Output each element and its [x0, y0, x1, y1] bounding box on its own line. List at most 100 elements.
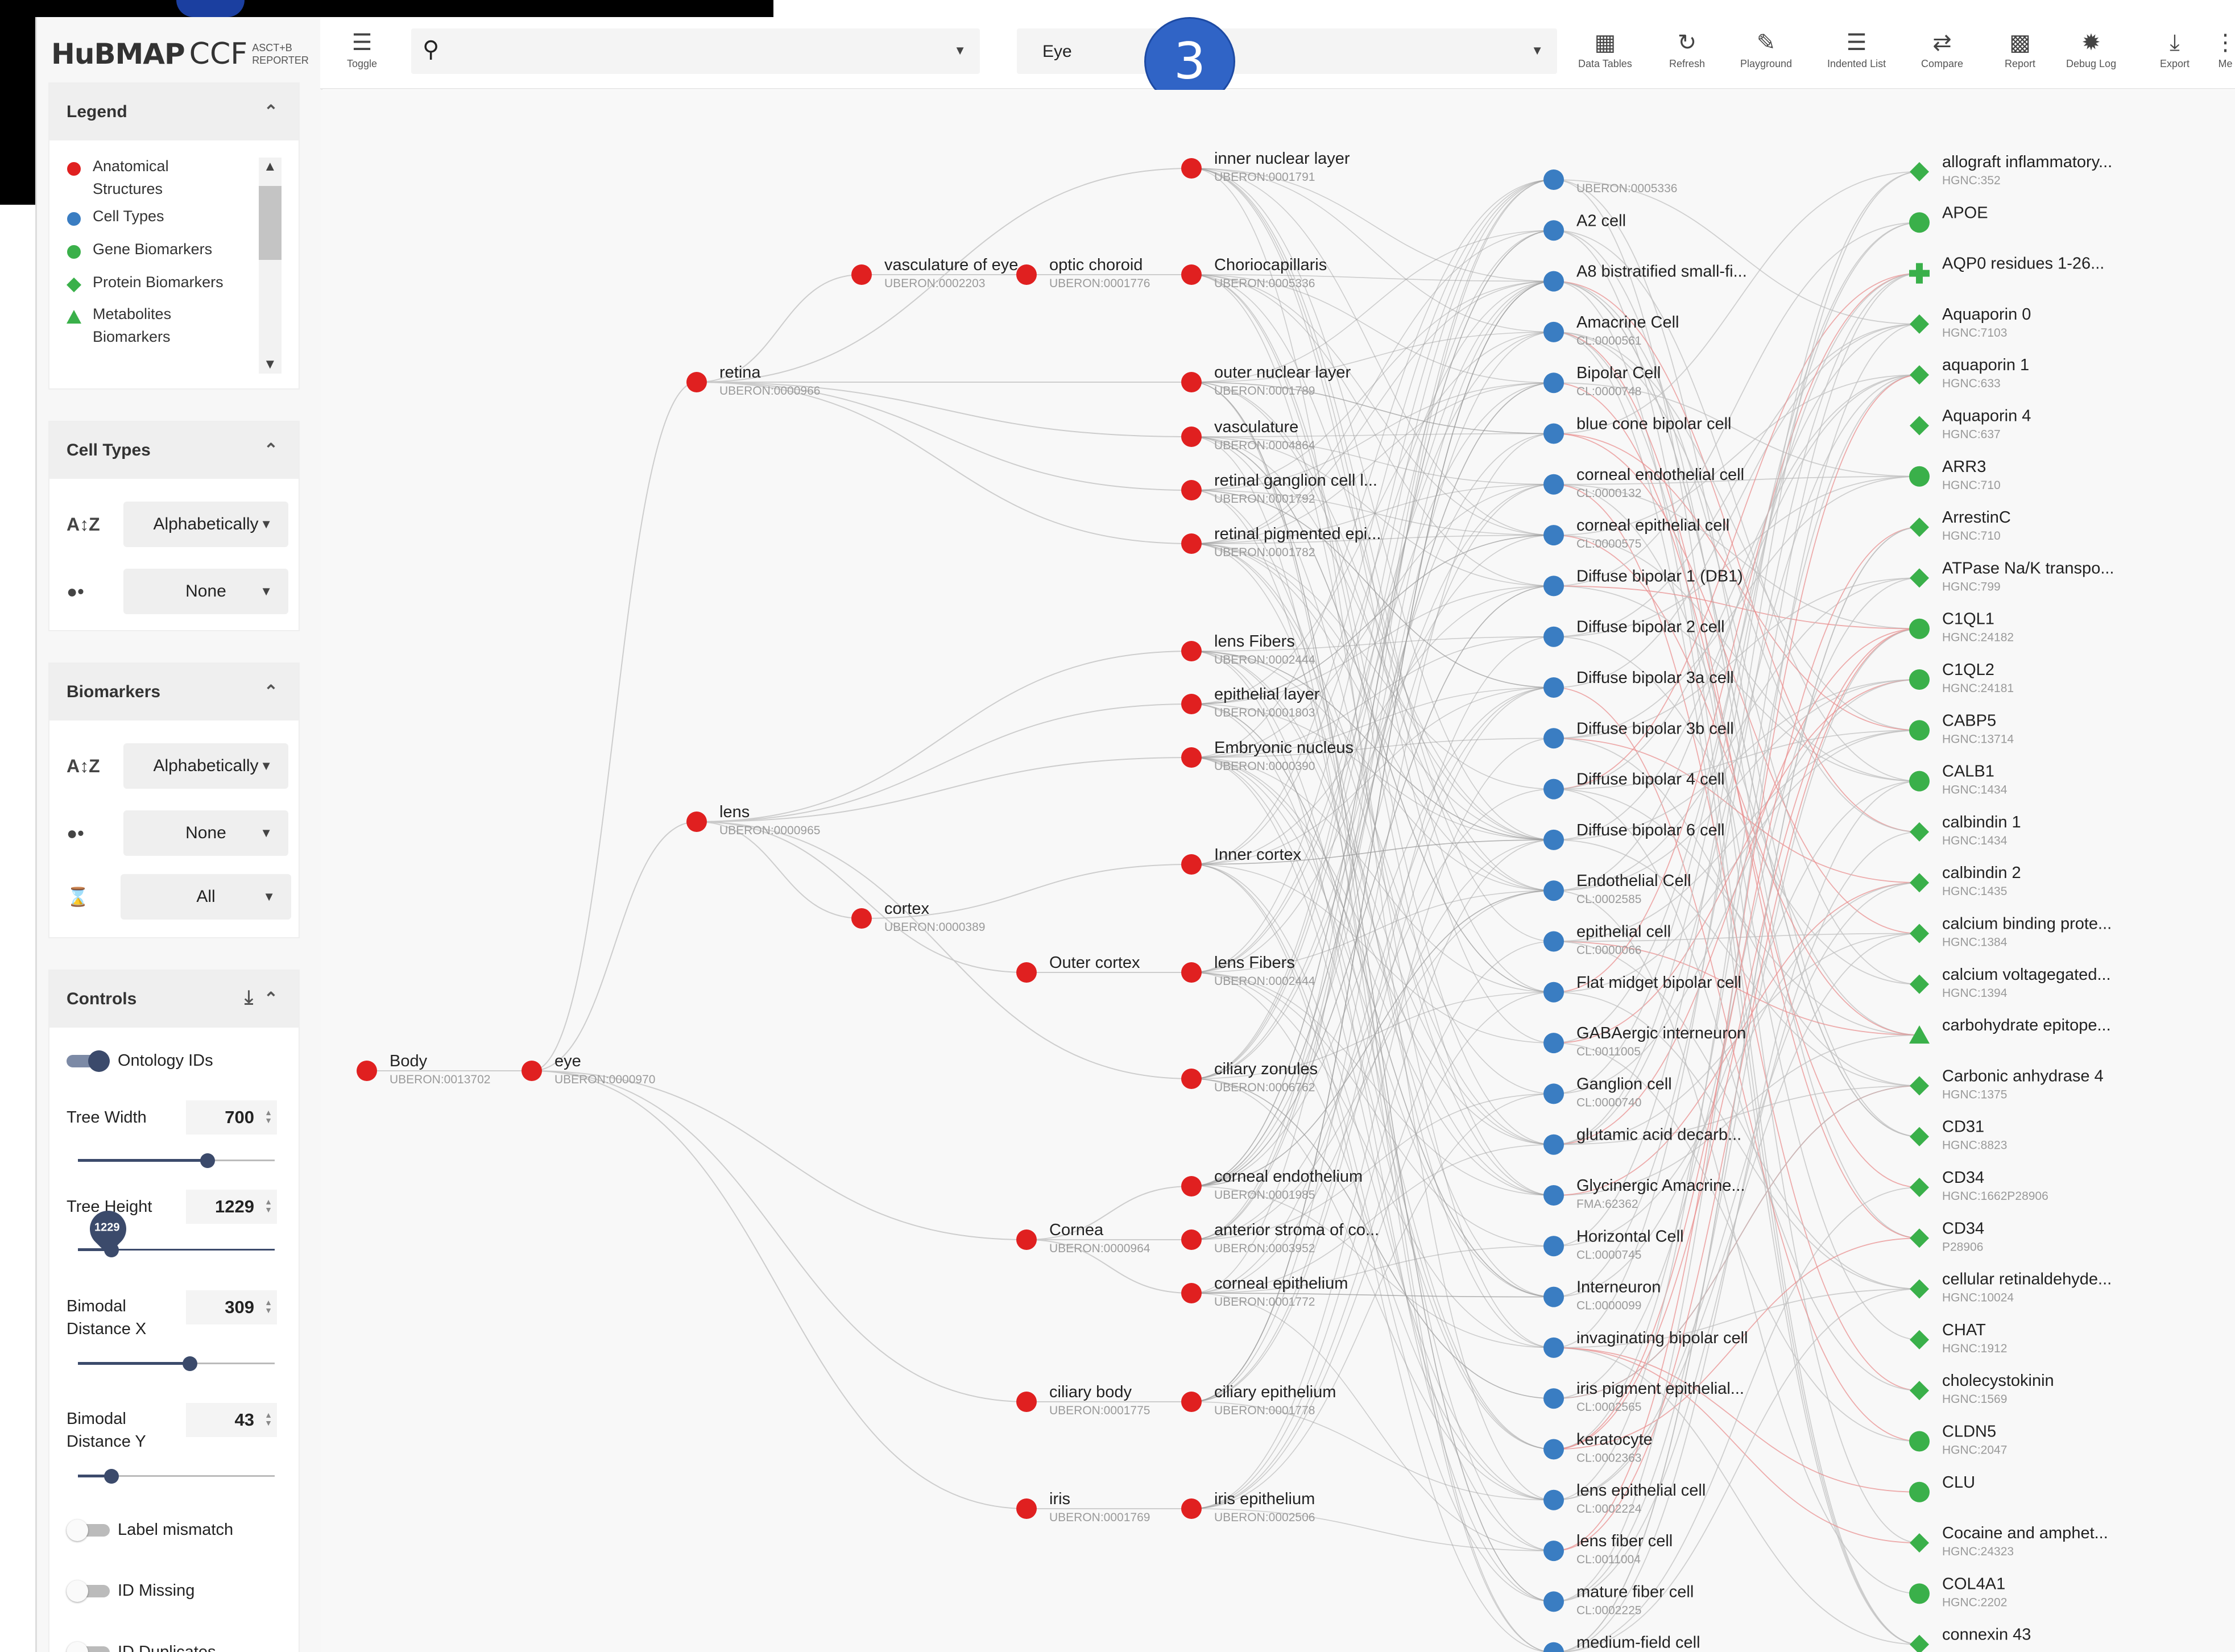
bm-size-select[interactable]: None ▼ — [123, 810, 288, 856]
label-mismatch-toggle[interactable] — [67, 1519, 110, 1541]
playground-button[interactable]: ✎ Playground — [1740, 28, 1792, 70]
spinner-icon[interactable]: ▲ ▼ — [264, 1298, 272, 1314]
toolbar: ☰ Toggle ⚲ ▼ Eye ▼ ▦ Data Tables ↻ Refresh … — [320, 17, 2235, 89]
refresh-button[interactable]: ↻ Refresh — [1669, 28, 1705, 70]
green-circle-icon — [67, 245, 81, 259]
button-label: Compare — [1921, 58, 1964, 69]
tree-width-slider[interactable] — [78, 1152, 275, 1169]
bimodal-x-label: Bimodal Distance X — [67, 1295, 146, 1340]
bimodal-x-input[interactable]: 309 ▲ ▼ — [186, 1290, 277, 1324]
button-label: Export — [2160, 58, 2190, 69]
spinner-icon[interactable]: ▲ ▼ — [264, 1198, 272, 1214]
menu-button[interactable]: ⋮ Me — [2214, 28, 2235, 70]
legend-label-line2: Biomarkers — [93, 328, 171, 345]
red-circle-icon — [67, 162, 81, 176]
bimodal-y-input[interactable]: 43 ▲ ▼ — [186, 1403, 277, 1437]
bimodal-y-label-line1: Bimodal — [67, 1410, 126, 1428]
sort-az-icon: A↕Z — [67, 514, 100, 535]
scrollbar-thumb[interactable] — [259, 186, 282, 260]
background-window-edge — [0, 0, 35, 205]
dropdown-arrow-icon: ▼ — [260, 759, 272, 773]
ontology-ids-toggle[interactable] — [67, 1050, 110, 1072]
table-icon: ▦ — [1594, 30, 1616, 55]
app-logo[interactable]: HuBMAP CCF ASCT+B REPORTER — [51, 34, 309, 74]
spinner-icon[interactable]: ▲ ▼ — [264, 1411, 272, 1427]
cell-sort-select[interactable]: Alphabetically ▼ — [123, 502, 288, 547]
logo-subtitle: ASCT+B REPORTER — [252, 42, 309, 67]
select-value: Alphabetically — [153, 756, 259, 775]
id-duplicates-label: ID Duplicates — [118, 1643, 216, 1652]
search-input[interactable]: ⚲ ▼ — [411, 28, 980, 74]
data-tables-button[interactable]: ▦ Data Tables — [1578, 28, 1632, 70]
legend-header[interactable]: Legend ⌃ — [49, 84, 299, 140]
background-window-strip — [0, 0, 773, 17]
logo-hubmap: HuBMAP — [51, 38, 185, 71]
export-button[interactable]: ⤓ Export — [2160, 28, 2190, 70]
cell-size-select[interactable]: None ▼ — [123, 569, 288, 614]
tree-width-value: 700 — [225, 1107, 254, 1127]
indented-list-button[interactable]: ☰ Indented List — [1827, 28, 1886, 70]
dropdown-arrow-icon: ▼ — [954, 43, 966, 57]
controls-header[interactable]: Controls ⤓ ⌃ — [49, 971, 299, 1028]
scroll-down-icon[interactable]: ▼ — [263, 357, 277, 372]
background-shape — [176, 0, 245, 17]
report-button[interactable]: ▩ Report — [2005, 28, 2035, 70]
cell-sort-row: A↕Z — [67, 502, 101, 547]
compare-button[interactable]: ⇄ Compare — [1921, 28, 1963, 70]
select-value: Alphabetically — [153, 515, 259, 533]
label-mismatch-label: Label mismatch — [118, 1521, 234, 1539]
bimodal-x-value: 309 — [225, 1297, 254, 1317]
hourglass-filter-icon: ⌛ — [67, 887, 89, 907]
legend-panel: Legend ⌃ Anatomical Structures Cell Types … — [48, 82, 300, 390]
compare-icon: ⇄ — [1932, 30, 1952, 55]
search-icon: ⚲ — [423, 37, 440, 62]
dropdown-arrow-icon: ▼ — [263, 889, 275, 904]
tree-width-label: Tree Width — [67, 1108, 147, 1127]
bubble-size-icon: ●• — [67, 822, 84, 843]
dropdown-arrow-icon: ▼ — [260, 826, 272, 840]
cell-types-panel: Cell Types ⌃ A↕Z Alphabetically ▼ ●• None ▼ — [48, 421, 300, 631]
id-duplicates-toggle[interactable] — [67, 1642, 110, 1652]
legend-scrollbar[interactable]: ▲ ▼ — [259, 158, 282, 374]
chevron-up-icon[interactable]: ⌃ — [264, 989, 278, 1009]
badge-value: 1229 — [94, 1221, 120, 1234]
background-window-strip-right — [773, 0, 1234, 18]
tree-height-input[interactable]: 1229 ▲ ▼ — [186, 1190, 277, 1224]
id-missing-toggle[interactable] — [67, 1580, 110, 1602]
graph-canvas[interactable] — [321, 90, 2235, 1652]
bm-size-row: ●• — [67, 810, 101, 856]
legend-label-line2: Structures — [93, 180, 163, 197]
bimodal-x-slider[interactable] — [78, 1355, 275, 1372]
bm-sort-select[interactable]: Alphabetically ▼ — [123, 743, 288, 789]
spinner-icon[interactable]: ▲ ▼ — [264, 1108, 272, 1124]
chevron-up-icon[interactable]: ⌃ — [264, 440, 278, 460]
download-icon: ⤓ — [2170, 30, 2180, 55]
legend-title: Legend — [67, 102, 127, 121]
dropdown-arrow-icon: ▼ — [260, 584, 272, 598]
cell-types-title: Cell Types — [67, 441, 151, 459]
bimodal-y-value: 43 — [234, 1410, 254, 1430]
organ-select[interactable]: Eye ▼ — [1017, 28, 1557, 74]
bm-type-select[interactable]: All ▼ — [121, 874, 291, 920]
scroll-up-icon[interactable]: ▲ — [263, 159, 277, 175]
debug-log-button[interactable]: ✹ Debug Log — [2066, 28, 2116, 70]
ontology-ids-label: Ontology IDs — [118, 1051, 213, 1070]
download-icon[interactable]: ⤓ — [245, 987, 253, 1009]
toggle-label: Toggle — [347, 58, 378, 69]
cell-types-header[interactable]: Cell Types ⌃ — [49, 422, 299, 479]
chevron-up-icon[interactable]: ⌃ — [264, 682, 278, 702]
legend-label: Gene Biomarkers — [93, 241, 213, 258]
refresh-icon: ↻ — [1677, 30, 1697, 55]
biomarkers-header[interactable]: Biomarkers ⌃ — [49, 664, 299, 721]
tree-width-input[interactable]: 700 ▲ ▼ — [186, 1100, 277, 1135]
toggle-button[interactable]: ☰ Toggle — [347, 28, 377, 70]
slider-thumb[interactable] — [104, 1469, 119, 1484]
slider-thumb[interactable] — [200, 1153, 216, 1168]
slider-thumb[interactable] — [183, 1356, 198, 1371]
button-label: Data Tables — [1578, 58, 1632, 69]
biomarkers-title: Biomarkers — [67, 682, 161, 701]
chevron-up-icon[interactable]: ⌃ — [264, 102, 278, 122]
bug-icon: ✹ — [2081, 30, 2101, 55]
bimodal-y-slider[interactable] — [78, 1467, 275, 1484]
list-icon: ☰ — [1846, 30, 1867, 55]
